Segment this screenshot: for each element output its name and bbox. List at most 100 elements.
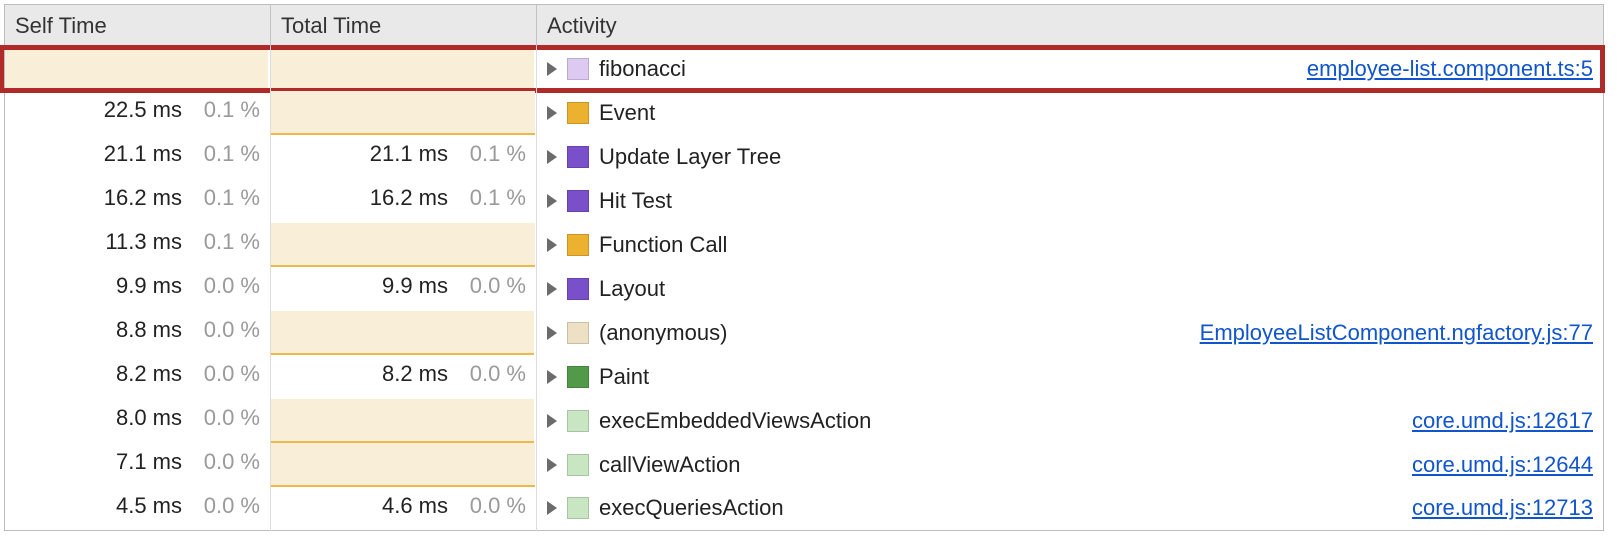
table-row[interactable]: 21.1 ms0.1 %21.1 ms0.1 %Update Layer Tre…	[5, 135, 1604, 179]
total-time-percent: 0.1 %	[456, 185, 526, 211]
self-time-value: 8.8 ms	[116, 317, 182, 343]
disclosure-triangle-icon[interactable]	[547, 326, 557, 340]
total-time-percent: 99.5 %	[456, 449, 526, 475]
self-time-percent: 0.1 %	[190, 141, 260, 167]
disclosure-triangle-icon[interactable]	[547, 282, 557, 296]
category-swatch-icon	[567, 190, 589, 212]
self-time-value: 11.3 ms	[105, 229, 182, 255]
self-time-percent: 99.2 %	[190, 53, 260, 79]
self-time-percent: 0.0 %	[190, 449, 260, 475]
total-time-cell: 8.2 ms 0.0 %	[271, 355, 537, 399]
table-row[interactable]: 20671.2 ms99.2 %20671.2 ms99.2 %fibonacc…	[5, 47, 1604, 91]
activity-label: Layout	[599, 276, 665, 302]
table-row[interactable]: 22.5 ms0.1 %20797.2 ms99.8 %Event	[5, 91, 1604, 135]
total-time-value: 20728.7 ms	[333, 405, 448, 431]
total-time-value: 20742.4 ms	[333, 449, 448, 475]
self-time-percent: 0.0 %	[190, 317, 260, 343]
disclosure-triangle-icon[interactable]	[547, 62, 557, 76]
activity-label: Paint	[599, 364, 649, 390]
total-time-cell: 4.6 ms 0.0 %	[271, 487, 537, 531]
disclosure-triangle-icon[interactable]	[547, 106, 557, 120]
self-time-cell: 11.3 ms 0.1 %	[5, 223, 271, 267]
total-time-cell: 9.9 ms 0.0 %	[271, 267, 537, 311]
disclosure-triangle-icon[interactable]	[547, 370, 557, 384]
total-time-value: 21.1 ms	[370, 141, 448, 167]
disclosure-triangle-icon[interactable]	[547, 458, 557, 472]
activity-cell: execQueriesActioncore.umd.js:12713	[537, 487, 1604, 531]
disclosure-triangle-icon[interactable]	[547, 194, 557, 208]
activity-label: Event	[599, 100, 655, 126]
category-swatch-icon	[567, 58, 589, 80]
category-swatch-icon	[567, 454, 589, 476]
activity-label: (anonymous)	[599, 320, 727, 346]
self-time-cell: 7.1 ms 0.0 %	[5, 443, 271, 487]
self-time-value: 7.1 ms	[116, 449, 182, 475]
category-swatch-icon	[567, 366, 589, 388]
total-time-cell: 20671.2 ms99.2 %	[271, 47, 537, 91]
activity-label: callViewAction	[599, 452, 740, 478]
self-time-cell: 8.0 ms 0.0 %	[5, 399, 271, 443]
table-row[interactable]: 9.9 ms 0.0 % 9.9 ms 0.0 % Layout	[5, 267, 1604, 311]
source-link[interactable]: core.umd.js:12644	[1412, 452, 1593, 478]
self-time-percent: 0.0 %	[190, 493, 260, 519]
total-time-value: 20797.2 ms	[333, 97, 448, 123]
total-time-percent: 99.6 %	[456, 229, 526, 255]
activity-cell: fibonacciemployee-list.component.ts:5	[537, 47, 1604, 91]
total-time-value: 4.6 ms	[382, 493, 448, 519]
table-row[interactable]: 8.8 ms0.0 %20696.4 ms99.3 %(anonymous)Em…	[5, 311, 1604, 355]
total-time-percent: 0.0 %	[456, 361, 526, 387]
source-link[interactable]: EmployeeListComponent.ngfactory.js:77	[1200, 320, 1593, 346]
table-row[interactable]: 4.5 ms0.0 % 4.6 ms 0.0 % execQueriesActionc…	[5, 487, 1604, 531]
total-time-percent: 0.0 %	[456, 493, 526, 519]
self-time-value: 9.9 ms	[116, 273, 182, 299]
disclosure-triangle-icon[interactable]	[547, 501, 557, 515]
total-time-percent: 99.3 %	[456, 317, 526, 343]
self-time-percent: 0.0 %	[190, 405, 260, 431]
category-swatch-icon	[567, 497, 589, 519]
self-time-percent: 0.1 %	[190, 185, 260, 211]
total-time-cell: 16.2 ms0.1 %	[271, 179, 537, 223]
source-link[interactable]: core.umd.js:12713	[1412, 495, 1593, 521]
disclosure-triangle-icon[interactable]	[547, 150, 557, 164]
self-time-cell: 4.5 ms0.0 %	[5, 487, 271, 531]
total-time-cell: 21.1 ms0.1 %	[271, 135, 537, 179]
total-time-percent: 0.0 %	[456, 273, 526, 299]
self-time-percent: 0.1 %	[190, 229, 260, 255]
activity-label: execEmbeddedViewsAction	[599, 408, 871, 434]
self-time-value: 20671.2 ms	[67, 53, 182, 79]
total-time-cell: 20728.7 ms99.4 %	[271, 399, 537, 443]
source-link[interactable]: core.umd.js:12617	[1412, 408, 1593, 434]
table-row[interactable]: 11.3 ms0.1 %20765.9 ms99.6 %Function Cal…	[5, 223, 1604, 267]
total-time-value: 9.9 ms	[382, 273, 448, 299]
table-row[interactable]: 7.1 ms 0.0 % 20742.4 ms 99.5 % callViewActio…	[5, 443, 1604, 487]
self-time-cell: 8.8 ms 0.0 %	[5, 311, 271, 355]
activity-label: Update Layer Tree	[599, 144, 781, 170]
activity-cell: (anonymous) EmployeeListComponent.ngfacto…	[537, 311, 1604, 355]
activity-cell: Hit Test	[537, 179, 1604, 223]
col-total-time[interactable]: Total Time	[271, 5, 537, 47]
activity-cell: Paint	[537, 355, 1604, 399]
self-time-value: 8.0 ms	[116, 405, 182, 431]
table-row[interactable]: 8.2 ms 0.0 %8.2 ms 0.0 % Paint	[5, 355, 1604, 399]
activity-cell: Function Call	[537, 223, 1604, 267]
total-time-percent: 99.8 %	[456, 97, 526, 123]
col-self-time[interactable]: Self Time	[5, 5, 271, 47]
table-row[interactable]: 8.0 ms0.0 %20728.7 ms99.4 %execEmbeddedV…	[5, 399, 1604, 443]
activity-cell: execEmbeddedViewsAction core.umd.js:12617	[537, 399, 1604, 443]
self-time-cell: 9.9 ms 0.0 %	[5, 267, 271, 311]
self-time-cell: 16.2 ms0.1 %	[5, 179, 271, 223]
category-swatch-icon	[567, 410, 589, 432]
source-link[interactable]: employee-list.component.ts:5	[1307, 56, 1593, 82]
total-time-cell: 20797.2 ms 99.8 %	[271, 91, 537, 135]
activity-cell: Update Layer Tree	[537, 135, 1604, 179]
self-time-percent: 0.0 %	[190, 273, 260, 299]
self-time-value: 22.5 ms	[104, 97, 182, 123]
category-swatch-icon	[567, 102, 589, 124]
disclosure-triangle-icon[interactable]	[547, 238, 557, 252]
disclosure-triangle-icon[interactable]	[547, 414, 557, 428]
category-swatch-icon	[567, 146, 589, 168]
total-time-value: 8.2 ms	[382, 361, 448, 387]
table-row[interactable]: 16.2 ms0.1 %16.2 ms0.1 %Hit Test	[5, 179, 1604, 223]
activity-cell: Event	[537, 91, 1604, 135]
col-activity[interactable]: Activity	[537, 5, 1604, 47]
